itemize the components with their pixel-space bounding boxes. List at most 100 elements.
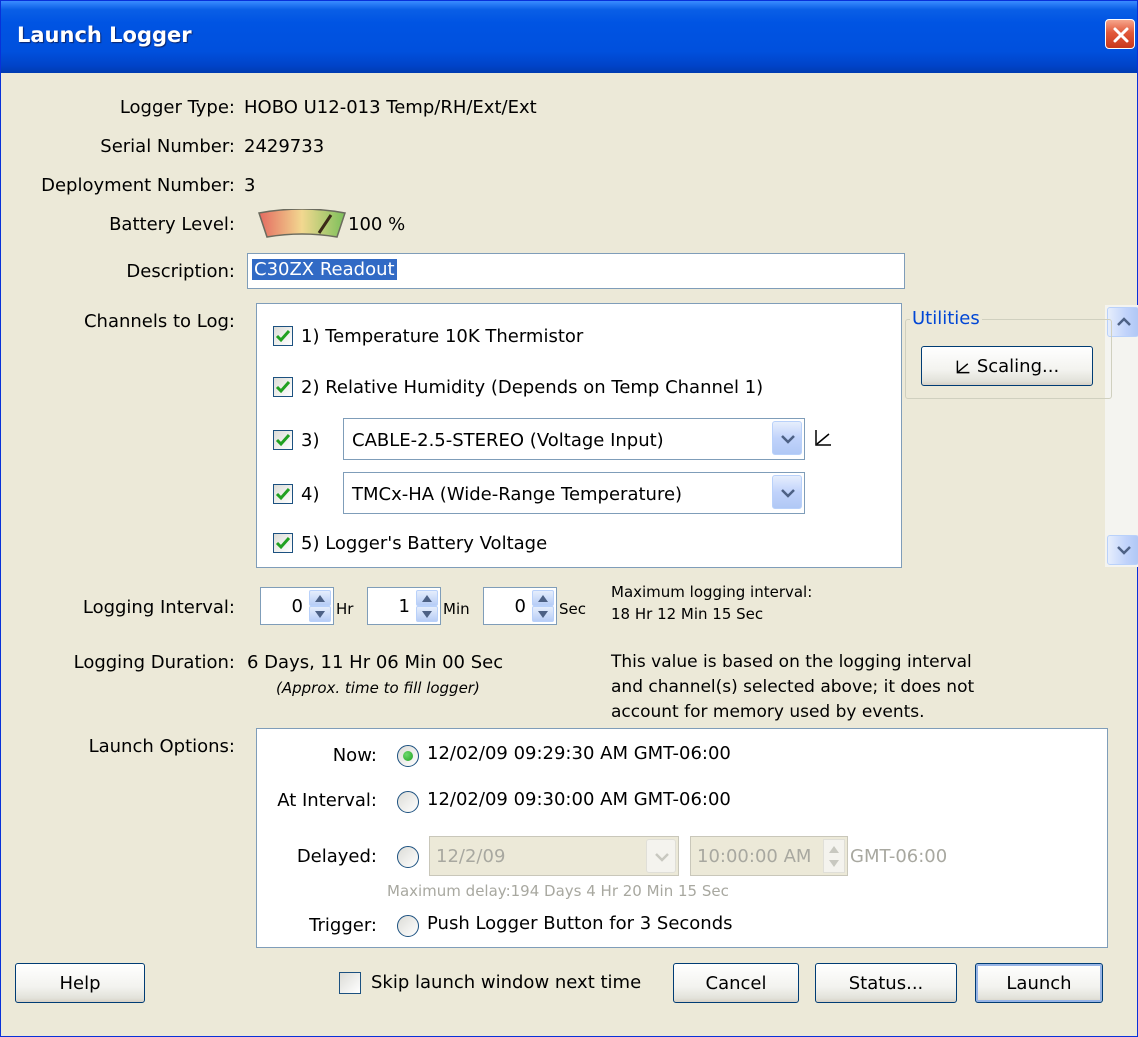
skip-launch-checkbox[interactable] xyxy=(339,972,361,994)
at-interval-radio[interactable] xyxy=(397,791,419,813)
arrow-up-icon xyxy=(422,595,432,602)
channel-3-sensor-select[interactable]: CABLE-2.5-STEREO (Voltage Input) xyxy=(343,418,805,460)
chevron-down-icon xyxy=(781,489,795,498)
chevron-up-icon xyxy=(1117,317,1131,326)
arrow-up-icon xyxy=(315,595,325,602)
launch-button[interactable]: Launch xyxy=(975,963,1103,1003)
channel-4-dropdown-button[interactable] xyxy=(772,475,802,509)
delayed-time-spinner[interactable]: 10:00:00 AM xyxy=(690,836,848,876)
channel-4-checkbox[interactable] xyxy=(273,484,293,504)
channel-2-checkbox[interactable] xyxy=(273,377,293,397)
scaling-button[interactable]: Scaling... xyxy=(921,346,1093,386)
minutes-up-button[interactable] xyxy=(416,590,438,606)
max-interval-heading: Maximum logging interval: xyxy=(611,583,813,601)
trigger-radio[interactable] xyxy=(397,915,419,937)
logger-type-label: Logger Type: xyxy=(119,97,235,118)
scaling-icon xyxy=(956,360,970,374)
channel-3-dropdown-button[interactable] xyxy=(772,421,802,455)
now-radio[interactable] xyxy=(397,745,419,767)
description-label: Description: xyxy=(126,261,235,282)
arrow-down-icon xyxy=(829,860,839,867)
channels-list[interactable]: 1) Temperature 10K Thermistor 2) Relativ… xyxy=(256,303,1138,568)
delayed-radio[interactable] xyxy=(397,846,419,868)
minutes-down-button[interactable] xyxy=(416,606,438,622)
duration-note-line3: account for memory used by events. xyxy=(611,702,925,722)
launch-options-panel: Now: 12/02/09 09:29:30 AM GMT-06:00 At I… xyxy=(256,728,1108,948)
trigger-label: Trigger: xyxy=(309,915,377,936)
delayed-timezone: GMT-06:00 xyxy=(850,846,948,867)
sec-unit-label: Sec xyxy=(559,600,586,618)
interval-seconds-spinner[interactable]: 0 xyxy=(483,587,557,625)
logging-duration-approx: (Approx. time to fill logger) xyxy=(276,679,480,697)
chevron-down-icon xyxy=(781,435,795,444)
interval-hours-value: 0 xyxy=(291,596,303,617)
delayed-date-dropdown[interactable] xyxy=(646,839,676,873)
logging-duration-label: Logging Duration: xyxy=(73,652,235,673)
arrow-up-icon xyxy=(829,846,839,853)
description-input[interactable]: C30ZX Readout xyxy=(247,253,905,289)
launch-button-label: Launch xyxy=(1006,973,1072,994)
interval-minutes-spinner[interactable]: 1 xyxy=(367,587,441,625)
seconds-up-button[interactable] xyxy=(532,590,554,606)
launch-options-label: Launch Options: xyxy=(88,736,235,757)
checkmark-icon xyxy=(275,537,291,550)
logging-interval-label: Logging Interval: xyxy=(82,597,235,618)
cancel-button[interactable]: Cancel xyxy=(673,963,799,1003)
close-button[interactable] xyxy=(1105,19,1135,49)
channel-3-checkbox[interactable] xyxy=(273,430,293,450)
cancel-button-label: Cancel xyxy=(705,973,767,994)
now-datetime: 12/02/09 09:29:30 AM GMT-06:00 xyxy=(427,743,731,764)
status-button[interactable]: Status... xyxy=(815,963,957,1003)
deployment-number-value: 3 xyxy=(244,175,256,196)
channel-2-label: 2) Relative Humidity (Depends on Temp Ch… xyxy=(301,377,764,398)
interval-hours-spinner[interactable]: 0 xyxy=(260,587,334,625)
channel-4-sensor-select[interactable]: TMCx-HA (Wide-Range Temperature) xyxy=(343,472,805,514)
chevron-down-icon xyxy=(655,853,669,862)
channel-3-sensor-value: CABLE-2.5-STEREO (Voltage Input) xyxy=(352,430,664,451)
hr-unit-label: Hr xyxy=(336,600,354,618)
logging-duration-value: 6 Days, 11 Hr 06 Min 00 Sec xyxy=(247,652,504,673)
battery-level-value: 100 % xyxy=(348,214,406,235)
scaling-icon[interactable] xyxy=(813,428,833,448)
scroll-down-button[interactable] xyxy=(1107,535,1138,565)
delayed-date-select[interactable]: 12/2/09 xyxy=(429,836,679,876)
seconds-down-button[interactable] xyxy=(532,606,554,622)
now-label: Now: xyxy=(332,745,377,766)
scaling-button-label: Scaling... xyxy=(976,356,1060,377)
duration-note-line1: This value is based on the logging inter… xyxy=(611,652,972,672)
delayed-date-value: 12/2/09 xyxy=(436,846,506,867)
max-interval-value: 18 Hr 12 Min 15 Sec xyxy=(611,605,764,623)
hours-up-button[interactable] xyxy=(309,590,331,606)
channel-5-checkbox[interactable] xyxy=(273,533,293,553)
checkmark-icon xyxy=(275,381,291,394)
channel-1-checkbox[interactable] xyxy=(273,326,293,346)
channel-1-label: 1) Temperature 10K Thermistor xyxy=(301,326,584,347)
at-interval-label: At Interval: xyxy=(277,790,377,811)
channel-3-label: 3) xyxy=(301,430,320,451)
launch-logger-window: Launch Logger Logger Type: HOBO U12-013 … xyxy=(0,0,1138,1037)
hours-down-button[interactable] xyxy=(309,606,331,622)
utilities-title: Utilities xyxy=(910,308,982,329)
arrow-up-icon xyxy=(538,595,548,602)
at-interval-datetime: 12/02/09 09:30:00 AM GMT-06:00 xyxy=(427,789,731,810)
skip-launch-label: Skip launch window next time xyxy=(371,972,642,993)
checkmark-icon xyxy=(275,488,291,501)
window-title: Launch Logger xyxy=(17,23,192,47)
arrow-down-icon xyxy=(315,611,325,618)
deployment-number-label: Deployment Number: xyxy=(41,175,235,196)
delayed-time-spin-buttons[interactable] xyxy=(823,839,845,873)
battery-level-label: Battery Level: xyxy=(109,214,235,235)
arrow-down-icon xyxy=(422,611,432,618)
utilities-group: Utilities Scaling... xyxy=(905,308,1112,399)
delayed-label: Delayed: xyxy=(296,846,377,867)
serial-number-value: 2429733 xyxy=(244,136,325,157)
help-button[interactable]: Help xyxy=(15,963,145,1003)
title-bar[interactable]: Launch Logger xyxy=(1,1,1137,73)
radio-selected-dot xyxy=(403,751,413,761)
chevron-down-icon xyxy=(1117,546,1131,555)
arrow-down-icon xyxy=(538,611,548,618)
checkmark-icon xyxy=(275,330,291,343)
close-icon xyxy=(1113,27,1129,43)
trigger-text: Push Logger Button for 3 Seconds xyxy=(427,913,733,934)
max-delay-text: Maximum delay:194 Days 4 Hr 20 Min 15 Se… xyxy=(387,882,729,900)
